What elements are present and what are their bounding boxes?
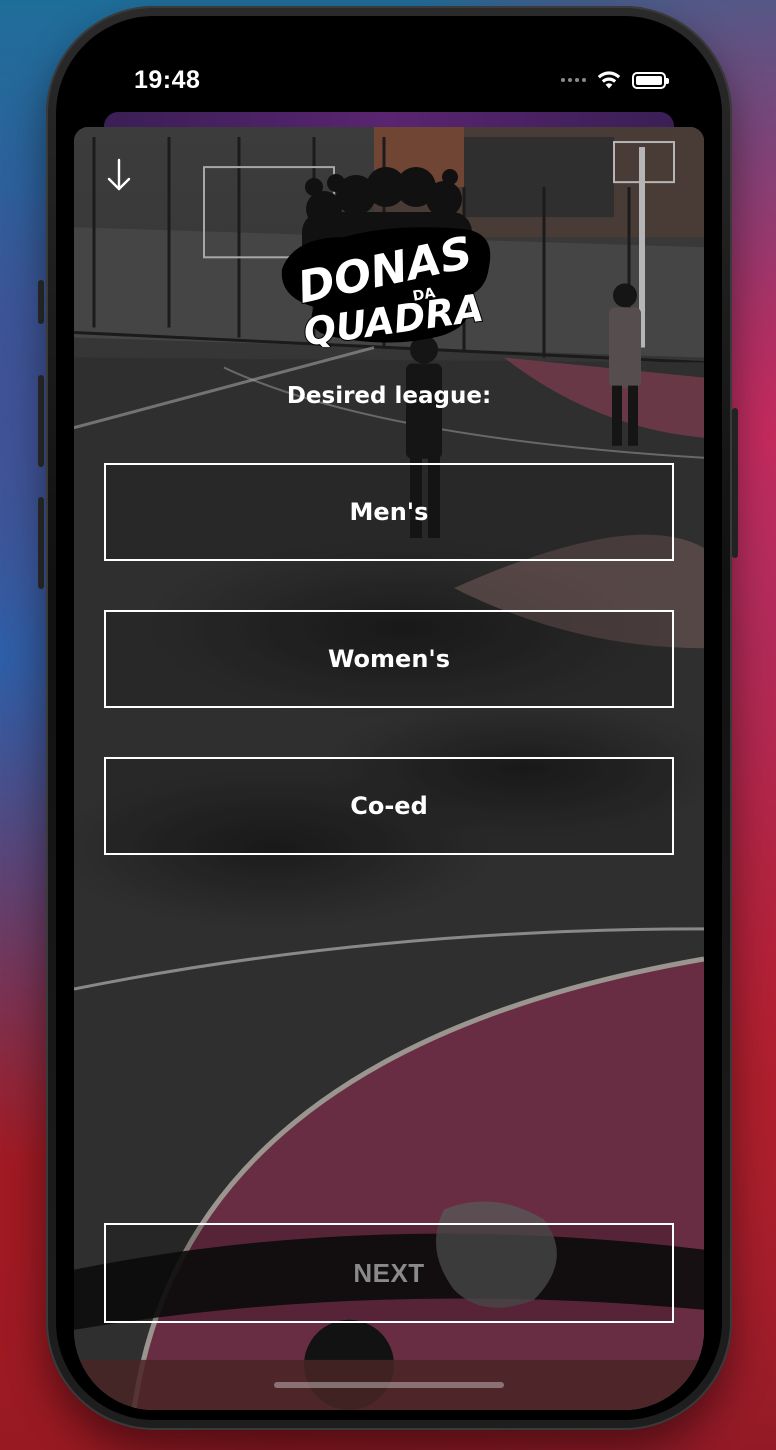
phone-screen: 19:48 DONAS DA QUADRA Desired league: Me… [56,16,722,1420]
desired-league-label: Desired league: [286,383,492,409]
cellular-signal-icon [561,78,586,82]
next-button[interactable]: NEXT [104,1223,674,1323]
dismiss-arrow-down-button[interactable] [102,155,136,195]
status-bar: 19:48 [56,16,722,116]
phone-mute-switch [38,280,44,324]
arrow-down-icon [107,158,131,191]
league-option-mens-button[interactable]: Men's [104,463,674,561]
league-selection-sheet: DONAS DA QUADRA Desired league: Men's Wo… [74,127,704,1410]
league-option-womens-button[interactable]: Women's [104,610,674,708]
donas-da-quadra-logo: DONAS DA QUADRA [274,157,504,347]
home-indicator[interactable] [274,1382,504,1388]
battery-icon [632,71,669,89]
status-icons [561,70,669,90]
wifi-icon [597,71,621,89]
phone-frame: 19:48 DONAS DA QUADRA Desired league: Me… [46,6,732,1430]
status-time: 19:48 [134,66,201,94]
phone-volume-up-button [38,375,44,467]
phone-volume-down-button [38,497,44,589]
phone-power-button [732,408,738,558]
league-option-coed-button[interactable]: Co-ed [104,757,674,855]
